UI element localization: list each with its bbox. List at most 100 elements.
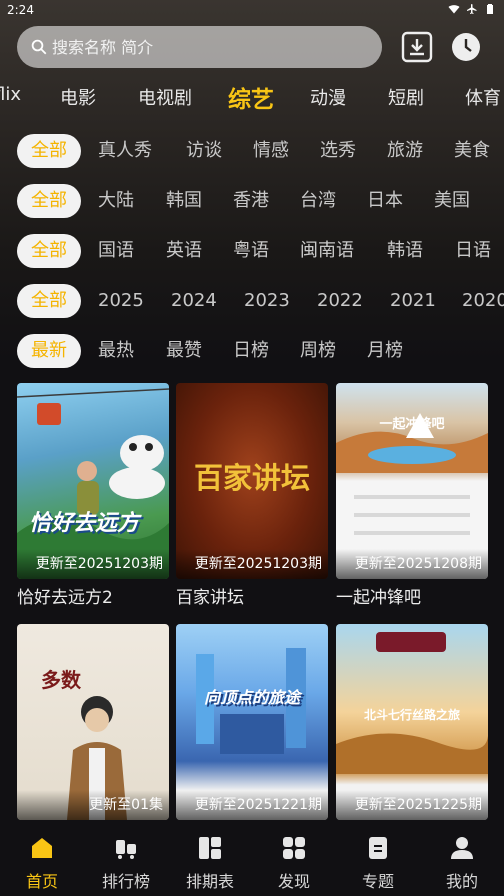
airplane-icon [467, 4, 477, 14]
filter-chip-selected[interactable]: 全部 [17, 284, 81, 318]
filter-chip[interactable]: 日本 [367, 184, 403, 218]
filter-chip-selected[interactable]: 全部 [17, 184, 81, 218]
filter-chip[interactable]: 国语 [98, 234, 134, 268]
search-input[interactable] [52, 37, 352, 57]
filter-chip[interactable]: 2022 [317, 284, 363, 318]
filter-chip[interactable]: 真人秀 [98, 134, 152, 168]
filter-row-year: 全部 2025 2024 2023 2022 2021 2020 [0, 284, 504, 320]
filter-chip[interactable]: 大陆 [98, 184, 134, 218]
nav-label: 专题 [361, 872, 394, 891]
nav-home[interactable]: 首页 [10, 834, 74, 892]
filter-chip[interactable]: 情感 [253, 134, 289, 168]
show-poster[interactable]: 北斗七行丝路之旅 更新至20251225期 [336, 624, 488, 820]
battery-icon [487, 4, 493, 14]
filter-chip[interactable]: 美国 [434, 184, 470, 218]
tab-variety[interactable]: 综艺 [228, 80, 274, 114]
update-label: 更新至20251203期 [35, 556, 163, 572]
show-poster[interactable]: 多数 更新至01集 [17, 624, 169, 820]
filter-row-type: 全部 真人秀 访谈 情感 选秀 旅游 美食 [0, 134, 504, 170]
status-bar: 2:24 [0, 0, 504, 22]
download-button[interactable] [400, 30, 434, 64]
filter-chip[interactable]: 旅游 [387, 134, 423, 168]
filter-row-region: 全部 大陆 韩国 香港 台湾 日本 美国 [0, 184, 504, 220]
show-title: 一起冲锋吧 [336, 588, 421, 608]
poster-title-art: 一起冲锋吧 [379, 417, 445, 432]
status-icons [448, 3, 496, 15]
nav-topic[interactable]: 专题 [346, 834, 410, 892]
show-card[interactable]: 一起冲锋吧 更新至20251208期 一起冲锋吧 [336, 383, 488, 608]
poster-title-art: 多数 [41, 668, 81, 692]
filter-chip[interactable]: 最赞 [166, 334, 202, 368]
show-poster[interactable]: 恰好去远方 更新至20251203期 [17, 383, 169, 579]
poster-title-art: 恰好去远方 [29, 511, 140, 536]
tab-tv-series[interactable]: 电视剧 [138, 84, 192, 110]
schedule-icon [199, 837, 221, 859]
poster-title-art: 百家讲坛 [193, 461, 310, 495]
search-bar[interactable] [17, 26, 382, 68]
show-card[interactable]: 恰好去远方 更新至20251203期 恰好去远方2 [17, 383, 169, 608]
filter-chip[interactable]: 最热 [98, 334, 134, 368]
show-title: 百家讲坛 [176, 588, 244, 608]
tab-movie[interactable]: 电影 [60, 84, 96, 110]
update-label: 更新至01集 [89, 797, 163, 813]
filter-chip[interactable]: 月榜 [367, 334, 403, 368]
filter-chip[interactable]: 韩国 [166, 184, 202, 218]
filter-chip[interactable]: 韩语 [387, 234, 423, 268]
topic-icon [369, 837, 387, 859]
filter-row-language: 全部 国语 英语 粤语 闽南语 韩语 日语 [0, 234, 504, 270]
update-label: 更新至20251225期 [354, 797, 482, 813]
filter-chip[interactable]: 2023 [244, 284, 290, 318]
bottom-nav: 首页 排行榜 排期表 发现 专题 我的 [0, 826, 504, 896]
tab-netflix[interactable]: flix [0, 84, 21, 105]
filter-chip-selected[interactable]: 全部 [17, 134, 81, 168]
filter-chip-selected[interactable]: 最新 [17, 334, 81, 368]
show-poster[interactable]: 一起冲锋吧 更新至20251208期 [336, 383, 488, 579]
filter-chip[interactable]: 2024 [171, 284, 217, 318]
show-card[interactable]: 百家讲坛 更新至20251203期 百家讲坛 [176, 383, 328, 608]
filter-chip[interactable]: 选秀 [320, 134, 356, 168]
filter-chip[interactable]: 美食 [454, 134, 490, 168]
show-title: 恰好去远方2 [17, 588, 113, 608]
nav-label: 排行榜 [101, 872, 150, 891]
filter-row-sort: 最新 最热 最赞 日榜 周榜 月榜 [0, 334, 504, 370]
nav-ranking[interactable]: 排行榜 [94, 834, 158, 892]
filter-chip-selected[interactable]: 全部 [17, 234, 81, 268]
filter-chip[interactable]: 台湾 [300, 184, 336, 218]
nav-label: 首页 [25, 872, 58, 891]
update-label: 更新至20251203期 [194, 556, 322, 572]
filter-chip[interactable]: 2020 [462, 284, 504, 318]
show-card[interactable]: 向顶点的旅途 更新至20251221期 [176, 624, 328, 824]
history-button[interactable] [449, 30, 483, 64]
nav-label: 发现 [277, 872, 310, 891]
nav-label: 排期表 [185, 872, 234, 891]
tab-anime[interactable]: 动漫 [310, 84, 346, 110]
ranking-icon [116, 840, 136, 859]
filter-chip[interactable]: 粤语 [233, 234, 269, 268]
filter-chip[interactable]: 周榜 [300, 334, 336, 368]
filter-chip[interactable]: 香港 [233, 184, 269, 218]
show-poster[interactable]: 百家讲坛 更新至20251203期 [176, 383, 328, 579]
show-poster[interactable]: 向顶点的旅途 更新至20251221期 [176, 624, 328, 820]
show-card[interactable]: 多数 更新至01集 [17, 624, 169, 824]
update-label: 更新至20251221期 [194, 797, 322, 813]
download-icon [401, 31, 433, 63]
tab-sports[interactable]: 体育 [465, 84, 501, 110]
nav-schedule[interactable]: 排期表 [178, 834, 242, 892]
filter-chip[interactable]: 英语 [166, 234, 202, 268]
poster-title-art: 北斗七行丝路之旅 [363, 708, 460, 722]
clock-icon [452, 33, 480, 61]
status-time: 2:24 [7, 3, 34, 17]
discover-icon [283, 837, 305, 859]
home-icon [32, 838, 52, 858]
update-label: 更新至20251208期 [354, 556, 482, 572]
tab-short-drama[interactable]: 短剧 [388, 84, 424, 110]
nav-profile[interactable]: 我的 [430, 834, 494, 892]
filter-chip[interactable]: 日榜 [233, 334, 269, 368]
nav-discover[interactable]: 发现 [262, 834, 326, 892]
filter-chip[interactable]: 闽南语 [300, 234, 354, 268]
filter-chip[interactable]: 2021 [390, 284, 436, 318]
filter-chip[interactable]: 访谈 [186, 134, 222, 168]
filter-chip[interactable]: 2025 [98, 284, 144, 318]
filter-chip[interactable]: 日语 [455, 234, 491, 268]
show-card[interactable]: 北斗七行丝路之旅 更新至20251225期 [336, 624, 488, 824]
